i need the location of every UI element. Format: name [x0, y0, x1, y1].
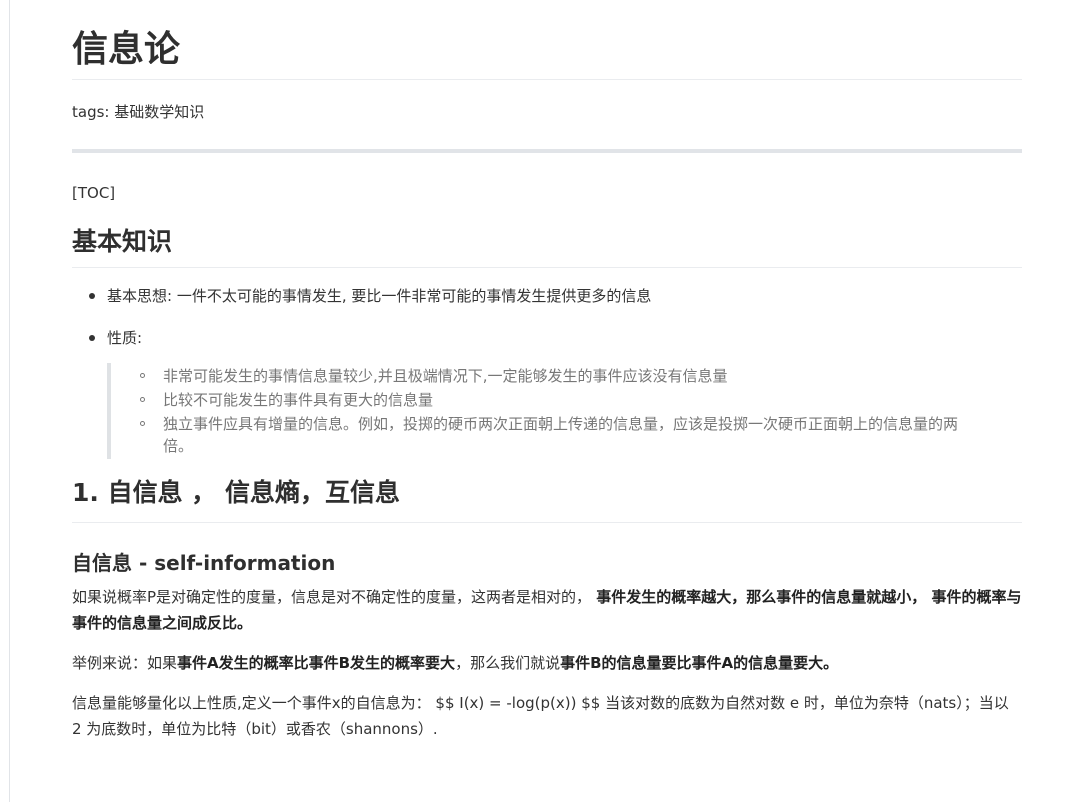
para-text: 如果说概率P是对确定性的度量，信息是对不确定性的度量，这两者是相对的，: [72, 588, 592, 606]
section-heading-1: 1. 自信息 ， 信息熵，互信息: [72, 473, 1022, 523]
properties-list: 非常可能发生的事情信息量较少,并且极端情况下,一定能够发生的事件应该没有信息量 …: [136, 365, 967, 457]
circle-bullet-icon: [140, 397, 145, 402]
toc-marker: [TOC]: [72, 184, 116, 202]
list-item: 基本思想: 一件不太可能的事情发生, 要比一件非常可能的事情发生提供更多的信息: [72, 285, 1022, 307]
list-item: 性质:: [72, 327, 1022, 349]
page-title: 信息论: [72, 0, 1022, 80]
bullet-text-idea: 基本思想: 一件不太可能的事情发生, 要比一件非常可能的事情发生提供更多的信息: [107, 287, 652, 305]
bullet-icon: [89, 293, 95, 299]
para-text: 举例来说：如果: [72, 654, 178, 672]
bullet-text-props: 性质:: [107, 329, 143, 347]
horizontal-rule: [72, 149, 1022, 153]
list-item: 非常可能发生的事情信息量较少,并且极端情况下,一定能够发生的事件应该没有信息量: [136, 365, 967, 387]
paragraph-example: 举例来说：如果事件A发生的概率比事件B发生的概率要大，那么我们就说事件B的信息量…: [72, 650, 1022, 676]
paragraph-formula: 信息量能够量化以上性质,定义一个事件x的自信息为： $$ I(x) = -log…: [72, 694, 1009, 738]
list-item: 比较不可能发生的事件具有更大的信息量: [136, 389, 967, 411]
subheading-cn: 自信息: [72, 551, 132, 575]
paragraph-definition: 如果说概率P是对确定性的度量，信息是对不确定性的度量，这两者是相对的， 事件发生…: [72, 584, 1022, 636]
basics-list: 基本思想: 一件不太可能的事情发生, 要比一件非常可能的事情发生提供更多的信息 …: [72, 285, 1022, 349]
para-bold: 事件B的信息量要比事件A的信息量要大。: [560, 654, 839, 672]
tags-line: tags: 基础数学知识: [72, 103, 205, 121]
document-body: 信息论 tags: 基础数学知识 [TOC] 基本知识 基本思想: 一件不太可能…: [72, 0, 1022, 742]
list-item: 独立事件应具有增量的信息。例如，投掷的硬币两次正面朝上传递的信息量，应该是投掷一…: [136, 413, 967, 457]
property-text: 非常可能发生的事情信息量较少,并且极端情况下,一定能够发生的事件应该没有信息量: [163, 367, 728, 385]
property-text: 比较不可能发生的事件具有更大的信息量: [163, 391, 434, 409]
subheading-en: - self-information: [132, 551, 336, 575]
para-text: ，那么我们就说: [455, 654, 561, 672]
left-border: [9, 0, 10, 802]
para-bold: 事件A发生的概率比事件B发生的概率要大: [177, 654, 456, 672]
properties-blockquote: 非常可能发生的事情信息量较少,并且极端情况下,一定能够发生的事件应该没有信息量 …: [107, 363, 967, 459]
section-heading-basics: 基本知识: [72, 224, 1022, 268]
circle-bullet-icon: [140, 373, 145, 378]
para-bold: 事件发生的概率越大，那么事件的信息量就越小，: [591, 588, 927, 606]
bullet-icon: [89, 335, 95, 341]
property-text: 独立事件应具有增量的信息。例如，投掷的硬币两次正面朝上传递的信息量，应该是投掷一…: [163, 415, 959, 455]
subheading-self-information: 自信息 - self-information: [72, 548, 1022, 578]
circle-bullet-icon: [140, 421, 145, 426]
